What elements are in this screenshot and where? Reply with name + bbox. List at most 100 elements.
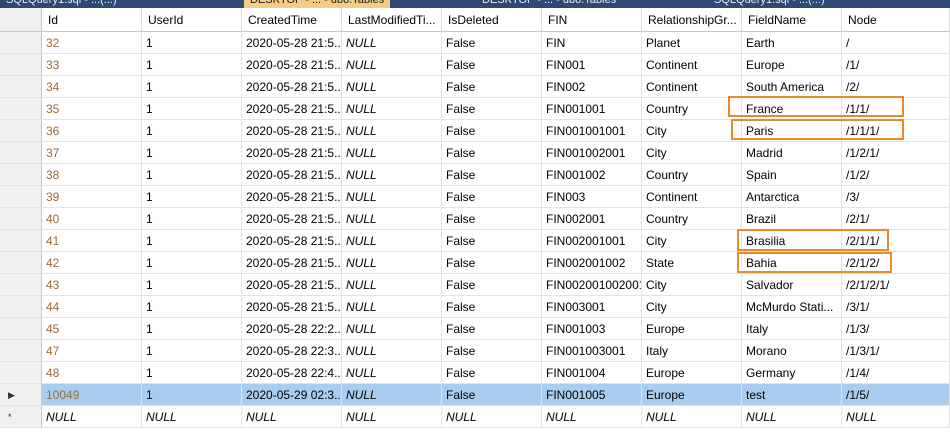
row-header[interactable] bbox=[0, 142, 42, 164]
cell-created-time[interactable]: 2020-05-28 22:4... bbox=[242, 362, 342, 384]
cell-is-deleted[interactable]: False bbox=[442, 362, 542, 384]
cell-field-name[interactable]: Italy bbox=[742, 318, 842, 340]
cell-last-modified-time[interactable]: NULL bbox=[342, 318, 442, 340]
cell-field-name[interactable]: Bahia bbox=[742, 252, 842, 274]
cell-created-time[interactable]: 2020-05-28 22:2... bbox=[242, 318, 342, 340]
cell-fin[interactable]: FIN001003001 bbox=[542, 340, 642, 362]
cell-user-id[interactable]: 1 bbox=[142, 142, 242, 164]
cell-field-name[interactable]: Madrid bbox=[742, 142, 842, 164]
cell-relationship-group[interactable]: NULL bbox=[642, 406, 742, 428]
cell-is-deleted[interactable]: False bbox=[442, 54, 542, 76]
cell-created-time[interactable]: 2020-05-28 21:5... bbox=[242, 164, 342, 186]
row-header[interactable] bbox=[0, 296, 42, 318]
column-header-user-id[interactable]: UserId bbox=[142, 8, 242, 32]
cell-is-deleted[interactable]: False bbox=[442, 384, 542, 406]
cell-field-name[interactable]: Antarctica bbox=[742, 186, 842, 208]
cell-id[interactable]: 36 bbox=[42, 120, 142, 142]
cell-fin[interactable]: FIN002001002 bbox=[542, 252, 642, 274]
column-header-fin[interactable]: FIN bbox=[542, 8, 642, 32]
cell-field-name[interactable]: South America bbox=[742, 76, 842, 98]
cell-last-modified-time[interactable]: NULL bbox=[342, 252, 442, 274]
cell-last-modified-time[interactable]: NULL bbox=[342, 120, 442, 142]
cell-relationship-group[interactable]: Italy bbox=[642, 340, 742, 362]
cell-is-deleted[interactable]: False bbox=[442, 208, 542, 230]
cell-user-id[interactable]: 1 bbox=[142, 318, 242, 340]
cell-relationship-group[interactable]: Continent bbox=[642, 186, 742, 208]
cell-user-id[interactable]: 1 bbox=[142, 54, 242, 76]
cell-is-deleted[interactable]: False bbox=[442, 340, 542, 362]
cell-id[interactable]: 45 bbox=[42, 318, 142, 340]
cell-created-time[interactable]: 2020-05-28 21:5... bbox=[242, 252, 342, 274]
cell-is-deleted[interactable]: False bbox=[442, 318, 542, 340]
cell-id[interactable]: 39 bbox=[42, 186, 142, 208]
cell-last-modified-time[interactable]: NULL bbox=[342, 340, 442, 362]
cell-user-id[interactable]: NULL bbox=[142, 406, 242, 428]
cell-is-deleted[interactable]: False bbox=[442, 274, 542, 296]
cell-is-deleted[interactable]: False bbox=[442, 230, 542, 252]
cell-id[interactable]: 37 bbox=[42, 142, 142, 164]
cell-created-time[interactable]: 2020-05-28 21:5... bbox=[242, 142, 342, 164]
cell-relationship-group[interactable]: Europe bbox=[642, 384, 742, 406]
cell-fin[interactable]: FIN001 bbox=[542, 54, 642, 76]
cell-node[interactable]: /1/4/ bbox=[842, 362, 950, 384]
table-row[interactable]: 48 1 2020-05-28 22:4... NULL False FIN001004 E… bbox=[0, 362, 950, 384]
cell-fin[interactable]: FIN001001 bbox=[542, 98, 642, 120]
row-header[interactable] bbox=[0, 186, 42, 208]
cell-user-id[interactable]: 1 bbox=[142, 362, 242, 384]
cell-is-deleted[interactable]: False bbox=[442, 164, 542, 186]
cell-field-name[interactable]: test bbox=[742, 384, 842, 406]
cell-field-name[interactable]: Salvador bbox=[742, 274, 842, 296]
table-row[interactable]: 47 1 2020-05-28 22:3... NULL False FIN0010030… bbox=[0, 340, 950, 362]
cell-relationship-group[interactable]: Continent bbox=[642, 76, 742, 98]
row-header[interactable] bbox=[0, 340, 42, 362]
cell-relationship-group[interactable]: Country bbox=[642, 208, 742, 230]
cell-node[interactable]: /3/1/ bbox=[842, 296, 950, 318]
cell-relationship-group[interactable]: Continent bbox=[642, 54, 742, 76]
cell-user-id[interactable]: 1 bbox=[142, 252, 242, 274]
row-header[interactable] bbox=[0, 32, 42, 54]
document-tab[interactable]: SQLQuery1.sql - ...(...) bbox=[0, 0, 123, 8]
row-header[interactable] bbox=[0, 76, 42, 98]
cell-fin[interactable]: FIN001001001 bbox=[542, 120, 642, 142]
cell-created-time[interactable]: 2020-05-28 21:5... bbox=[242, 296, 342, 318]
table-row[interactable]: ▶ 10049 1 2020-05-29 02:3... NULL False FIN001… bbox=[0, 384, 950, 406]
cell-is-deleted[interactable]: False bbox=[442, 120, 542, 142]
cell-fin[interactable]: FIN002 bbox=[542, 76, 642, 98]
cell-id[interactable]: NULL bbox=[42, 406, 142, 428]
cell-relationship-group[interactable]: City bbox=[642, 120, 742, 142]
cell-node[interactable]: /2/1/2/1/ bbox=[842, 274, 950, 296]
cell-last-modified-time[interactable]: NULL bbox=[342, 384, 442, 406]
column-header-relationship-group[interactable]: RelationshipGr... bbox=[642, 8, 742, 32]
cell-field-name[interactable]: Spain bbox=[742, 164, 842, 186]
cell-id[interactable]: 42 bbox=[42, 252, 142, 274]
cell-last-modified-time[interactable]: NULL bbox=[342, 186, 442, 208]
cell-node[interactable]: /1/1/ bbox=[842, 98, 950, 120]
cell-id[interactable]: 43 bbox=[42, 274, 142, 296]
cell-is-deleted[interactable]: False bbox=[442, 296, 542, 318]
cell-id[interactable]: 33 bbox=[42, 54, 142, 76]
row-header[interactable]: ▶ bbox=[0, 384, 42, 406]
cell-last-modified-time[interactable]: NULL bbox=[342, 32, 442, 54]
cell-created-time[interactable]: 2020-05-28 21:5... bbox=[242, 32, 342, 54]
cell-node[interactable]: /1/3/1/ bbox=[842, 340, 950, 362]
cell-last-modified-time[interactable]: NULL bbox=[342, 230, 442, 252]
table-row[interactable]: 37 1 2020-05-28 21:5... NULL False FIN0010020… bbox=[0, 142, 950, 164]
table-row[interactable]: 34 1 2020-05-28 21:5... NULL False FIN002 Cont… bbox=[0, 76, 950, 98]
document-tab-active[interactable]: DESKTOP - ... - dbo.Tables bbox=[244, 0, 391, 8]
cell-is-deleted[interactable]: False bbox=[442, 76, 542, 98]
cell-created-time[interactable]: 2020-05-28 21:5... bbox=[242, 274, 342, 296]
results-grid[interactable]: Id UserId CreatedTime LastModifiedTi... IsDe… bbox=[0, 8, 950, 435]
column-header-field-name[interactable]: FieldName bbox=[742, 8, 842, 32]
cell-created-time[interactable]: 2020-05-28 21:5... bbox=[242, 230, 342, 252]
cell-relationship-group[interactable]: City bbox=[642, 230, 742, 252]
cell-fin[interactable]: FIN001004 bbox=[542, 362, 642, 384]
cell-is-deleted[interactable]: False bbox=[442, 98, 542, 120]
column-header-last-modified-time[interactable]: LastModifiedTi... bbox=[342, 8, 442, 32]
cell-id[interactable]: 35 bbox=[42, 98, 142, 120]
cell-id[interactable]: 40 bbox=[42, 208, 142, 230]
cell-last-modified-time[interactable]: NULL bbox=[342, 76, 442, 98]
cell-fin[interactable]: FIN002001001 bbox=[542, 230, 642, 252]
cell-field-name[interactable]: Earth bbox=[742, 32, 842, 54]
table-row[interactable]: 35 1 2020-05-28 21:5... NULL False FIN001001 C… bbox=[0, 98, 950, 120]
cell-field-name[interactable]: Brasilia bbox=[742, 230, 842, 252]
